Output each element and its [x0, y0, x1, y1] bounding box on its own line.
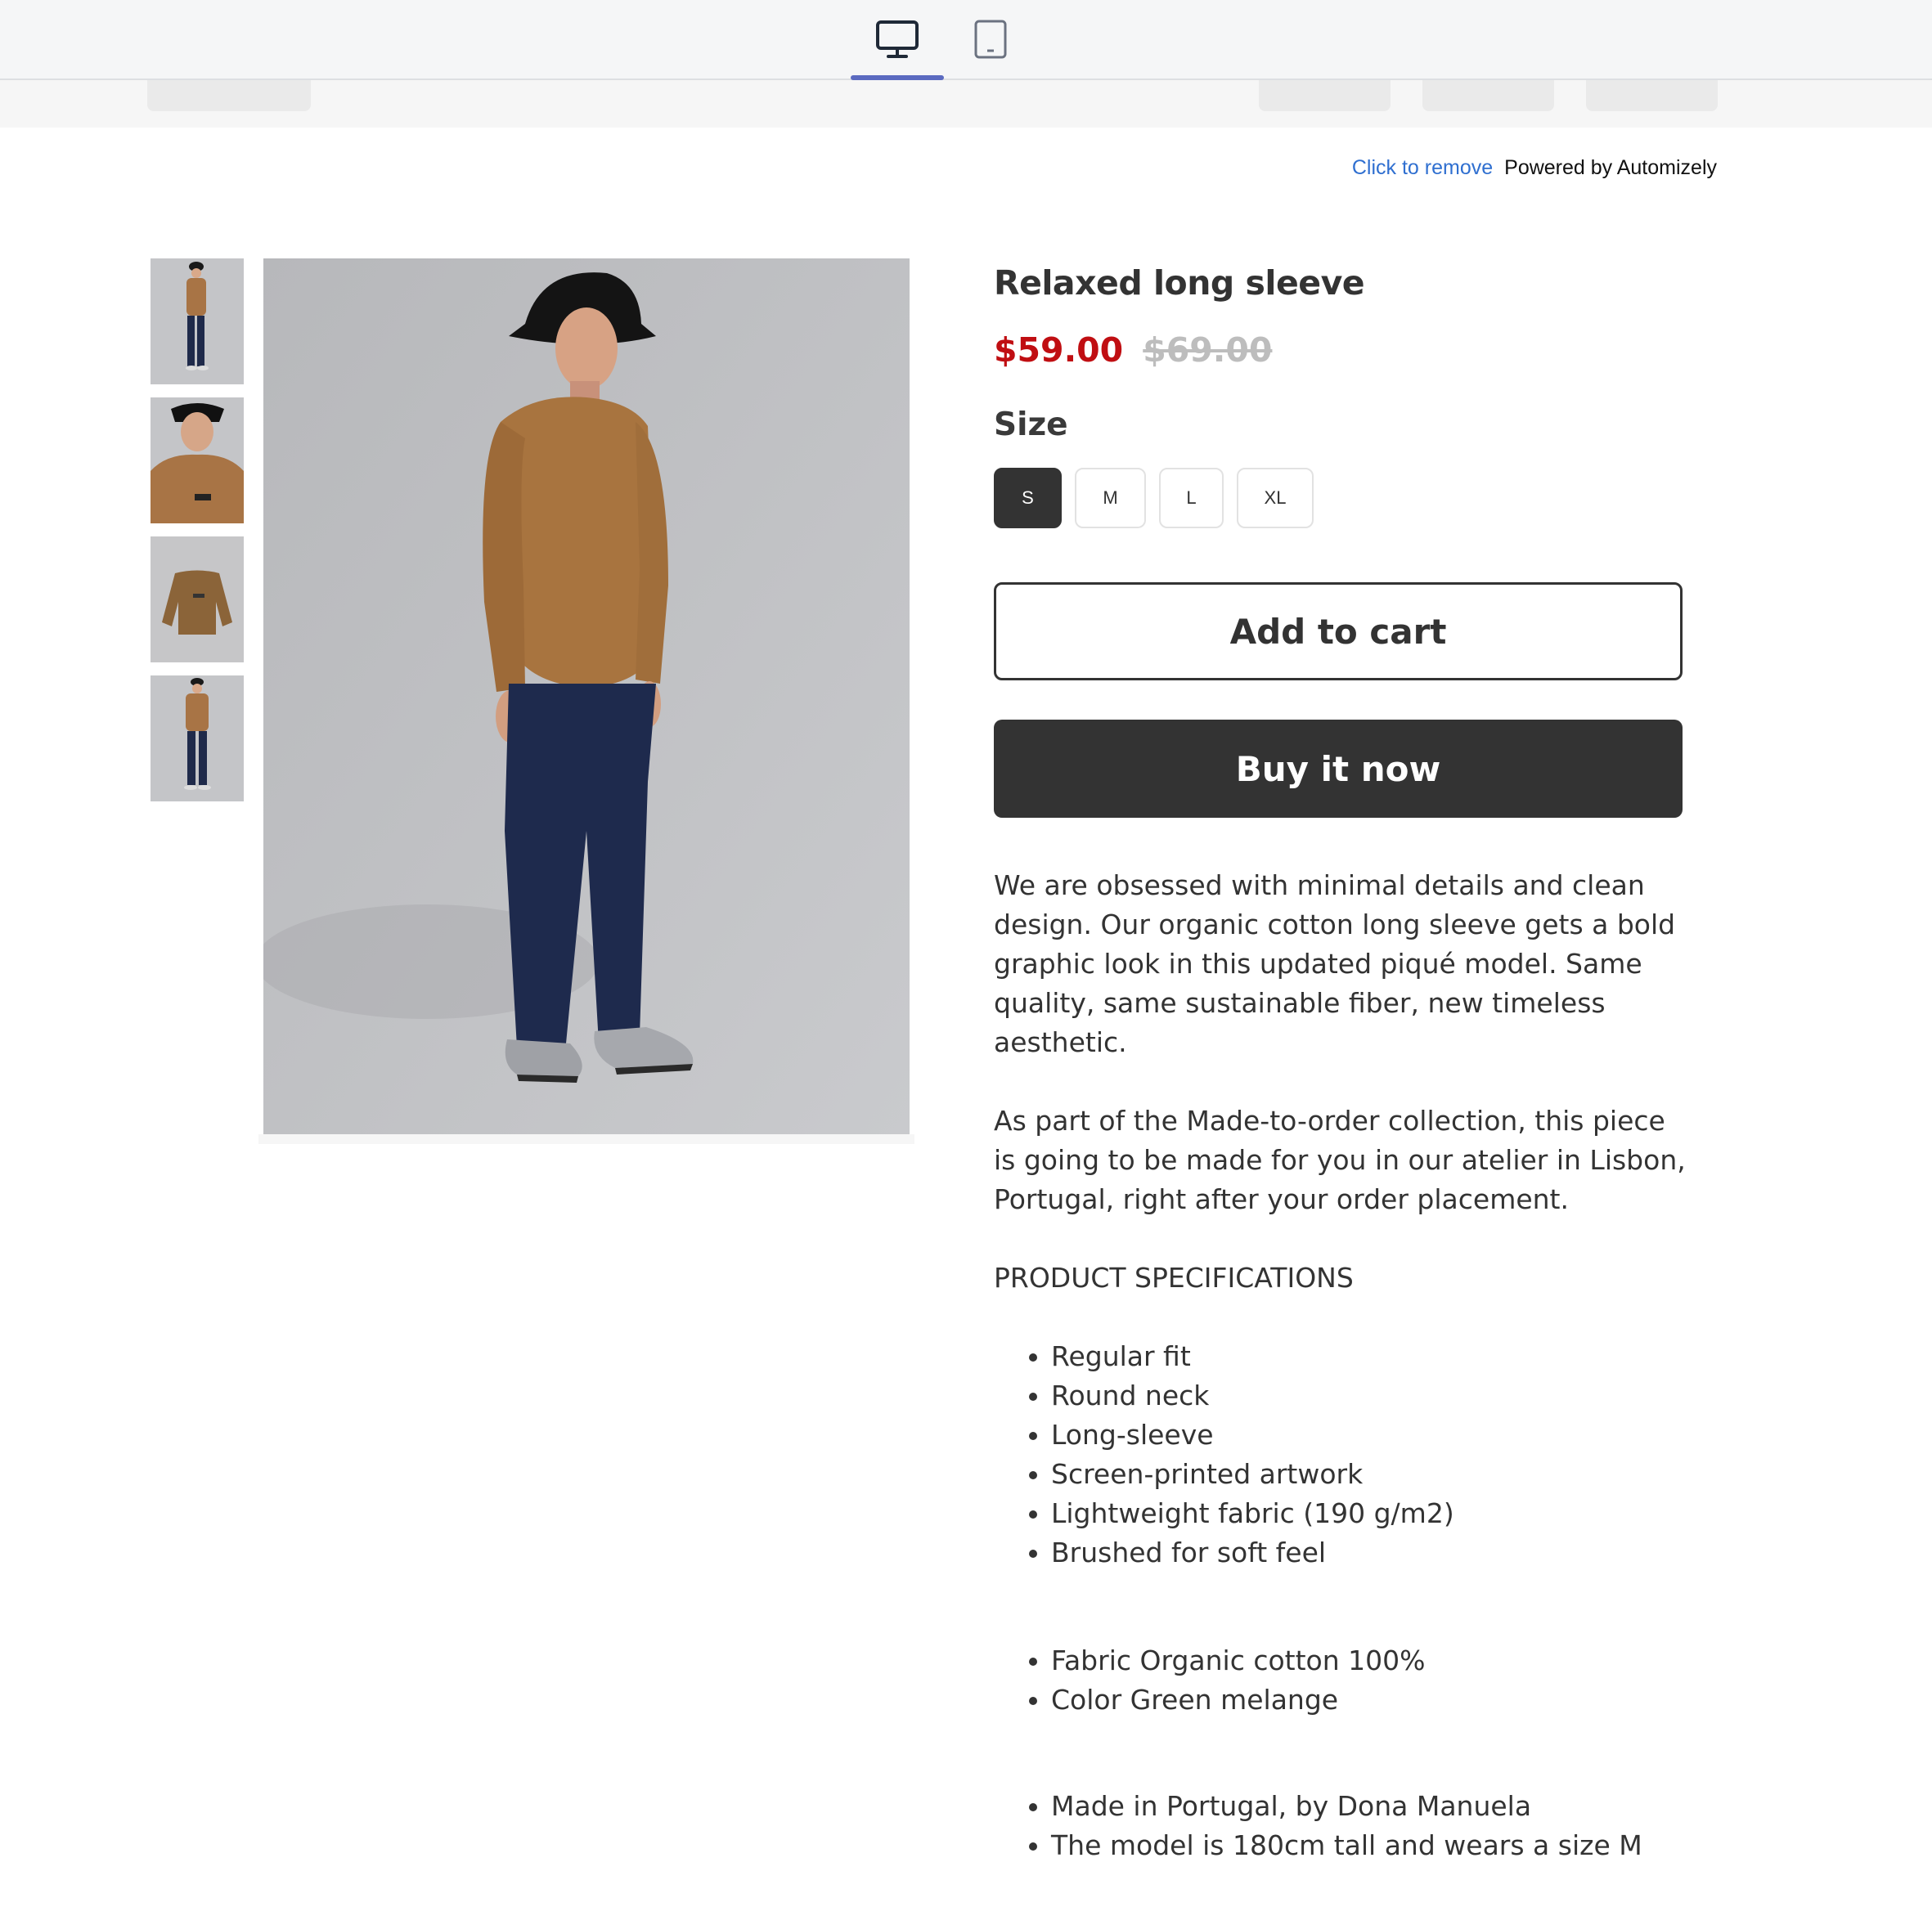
- desktop-view-button[interactable]: [851, 0, 944, 80]
- skeleton-nav-item: [1422, 80, 1554, 111]
- thumbnail-full-body[interactable]: [151, 675, 244, 801]
- list-item: The model is 180cm tall and wears a size…: [1051, 1826, 1642, 1865]
- thumbnail-image: [151, 536, 244, 662]
- tablet-icon: [974, 20, 1007, 59]
- sale-price: $59.00: [994, 330, 1124, 370]
- thumbnail-image: [151, 397, 244, 523]
- spec-list-origin: Made in Portugal, by Dona Manuela The mo…: [994, 1787, 1642, 1865]
- click-to-remove-link[interactable]: Click to remove: [1352, 156, 1493, 179]
- size-option-m[interactable]: M: [1075, 468, 1146, 528]
- powered-by-banner: Click to remove Powered by Automizely: [1352, 156, 1717, 180]
- desktop-monitor-icon: [876, 20, 919, 58]
- list-item: Regular fit: [1051, 1337, 1454, 1376]
- list-item: Long-sleeve: [1051, 1416, 1454, 1455]
- list-item: Lightweight fabric (190 g/m2): [1051, 1494, 1454, 1533]
- tablet-view-button[interactable]: [944, 0, 1037, 79]
- size-label: Size: [994, 406, 1068, 443]
- description-paragraph-1: We are obsessed with minimal details and…: [994, 869, 1676, 1058]
- thumbnail-image: [151, 675, 244, 801]
- thumbnail-full-body-front[interactable]: [151, 258, 244, 384]
- list-item: Round neck: [1051, 1376, 1454, 1416]
- store-header-skeleton: [0, 80, 1932, 128]
- size-selector: S M L XL: [994, 468, 1314, 528]
- image-divider: [258, 1134, 914, 1144]
- skeleton-logo: [147, 80, 311, 111]
- size-option-xl[interactable]: XL: [1237, 468, 1314, 528]
- specifications-heading: PRODUCT SPECIFICATIONS: [994, 1262, 1354, 1294]
- device-toolbar: [0, 0, 1932, 80]
- thumbnail-close-up[interactable]: [151, 397, 244, 523]
- powered-by-label: Powered by Automizely: [1504, 156, 1717, 179]
- compare-at-price: $69.00: [1143, 330, 1273, 370]
- size-option-l[interactable]: L: [1159, 468, 1224, 528]
- model-photo: [263, 258, 910, 1134]
- thumbnail-image: [151, 258, 244, 384]
- list-item: Color Green melange: [1051, 1680, 1426, 1720]
- list-item: Brushed for soft feel: [1051, 1533, 1454, 1573]
- thumbnail-flat-shirt[interactable]: [151, 536, 244, 662]
- product-title: Relaxed long sleeve: [994, 263, 1365, 303]
- list-item: Screen-printed artwork: [1051, 1455, 1454, 1494]
- add-to-cart-button[interactable]: Add to cart: [994, 582, 1683, 680]
- skeleton-nav-item: [1586, 80, 1718, 111]
- spec-list-material: Fabric Organic cotton 100% Color Green m…: [994, 1641, 1426, 1720]
- description-paragraph-2: As part of the Made-to-order collection,…: [994, 1105, 1686, 1215]
- buy-it-now-button[interactable]: Buy it now: [994, 720, 1683, 818]
- main-product-image[interactable]: [263, 258, 910, 1134]
- price-row: $59.00 $69.00: [994, 330, 1272, 370]
- list-item: Fabric Organic cotton 100%: [1051, 1641, 1426, 1680]
- list-item: Made in Portugal, by Dona Manuela: [1051, 1787, 1642, 1826]
- size-option-s[interactable]: S: [994, 468, 1062, 528]
- skeleton-nav-item: [1259, 80, 1391, 111]
- spec-list-features: Regular fit Round neck Long-sleeve Scree…: [994, 1337, 1454, 1573]
